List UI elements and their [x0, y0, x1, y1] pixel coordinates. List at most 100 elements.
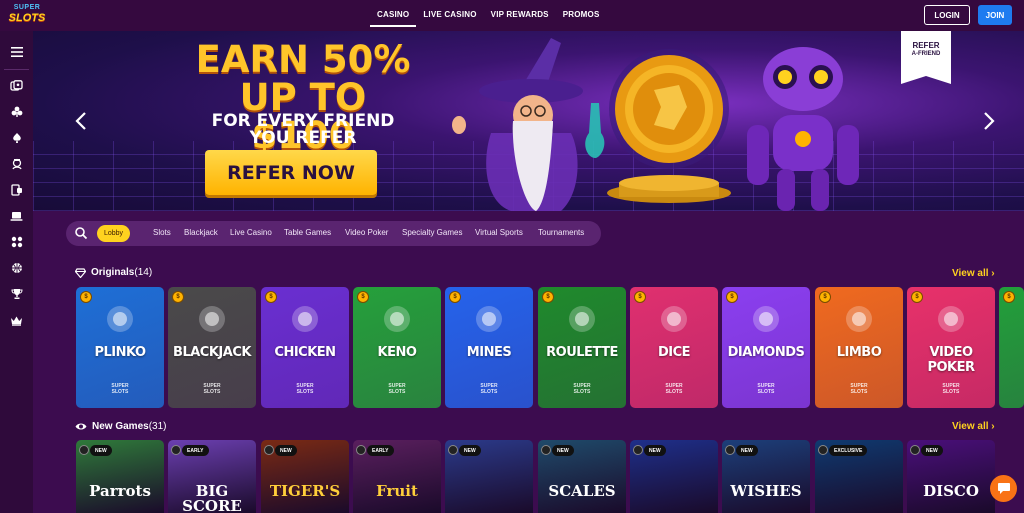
new-game-title: BIG SCORE: [182, 482, 242, 513]
nav-casino[interactable]: CASINO: [370, 0, 417, 27]
trophy-icon[interactable]: [0, 281, 33, 307]
nav-promos[interactable]: PROMOS: [556, 0, 607, 27]
original-game-card[interactable]: $ LIMBO SUPER SLOTS: [815, 287, 903, 408]
coin-icon: $: [449, 291, 461, 303]
laptop-icon[interactable]: [0, 203, 33, 229]
game-artwork: [285, 299, 325, 339]
new-game-badge: NEW: [275, 445, 297, 456]
hero-subline-2: YOU REFER: [249, 128, 357, 148]
provider-icon: [725, 445, 735, 455]
provider-icon: [818, 445, 828, 455]
category-blackjack[interactable]: Blackjack: [184, 228, 218, 237]
game-artwork: [839, 299, 879, 339]
category-lobby[interactable]: Lobby: [97, 225, 130, 242]
provider-icon: [356, 445, 366, 455]
dice-cards-icon[interactable]: [0, 177, 33, 203]
original-game-card[interactable]: $ BA: [999, 287, 1024, 408]
wizard-illustration: [452, 38, 605, 211]
card-brand-line-2: SLOTS: [665, 389, 683, 395]
logo-line-1: SUPER: [13, 4, 41, 11]
game-name: KENO: [377, 345, 417, 360]
hero-banner[interactable]: EARN 50% UP TO $100 FOR EVERY FRIEND YOU…: [33, 31, 1024, 211]
card-brand-mark: SUPER SLOTS: [722, 383, 810, 395]
new-game-card[interactable]: NEW SCALES: [538, 440, 626, 513]
card-brand-mark: SUPER SLOTS: [538, 383, 626, 395]
card-brand-line-2: SLOTS: [388, 389, 406, 395]
coin-icon: $: [726, 291, 738, 303]
original-game-card[interactable]: $ PLINKO SUPER SLOTS: [76, 287, 164, 408]
nav-live-casino[interactable]: LIVE CASINO: [416, 0, 483, 27]
nav-vip-rewards[interactable]: VIP REWARDS: [484, 0, 556, 27]
login-button[interactable]: LOGIN: [924, 5, 970, 25]
coin-icon: $: [542, 291, 554, 303]
new-game-card[interactable]: EARLY Fruit: [353, 440, 441, 513]
original-game-card[interactable]: $ KENO SUPER SLOTS: [353, 287, 441, 408]
dealer-icon[interactable]: [0, 151, 33, 177]
original-game-card[interactable]: $ ROULETTE SUPER SLOTS: [538, 287, 626, 408]
game-name: CHICKEN: [274, 345, 336, 360]
search-icon[interactable]: [74, 226, 88, 240]
game-name: BLACKJACK: [173, 345, 251, 360]
dice-icon[interactable]: [0, 229, 33, 255]
category-specialty-games[interactable]: Specialty Games: [402, 228, 462, 237]
card-brand-line-2: SLOTS: [850, 389, 868, 395]
game-artwork: [469, 299, 509, 339]
chat-icon: [997, 483, 1010, 494]
crown-icon[interactable]: [0, 307, 33, 333]
super-slots-logo[interactable]: SUPER SLOTS: [8, 4, 46, 26]
originals-count: (14): [134, 267, 153, 278]
view-all-label: View all: [952, 268, 989, 279]
category-virtual-sports[interactable]: Virtual Sports: [475, 228, 523, 237]
new-games-view-all-link[interactable]: View all ›: [952, 421, 995, 432]
sidebar: [0, 31, 33, 513]
new-game-card[interactable]: NEW WISHES: [722, 440, 810, 513]
chat-support-button[interactable]: [990, 475, 1017, 502]
basketball-icon[interactable]: [0, 255, 33, 281]
new-game-card[interactable]: NEW: [445, 440, 533, 513]
new-game-card[interactable]: EXCLUSIVE: [815, 440, 903, 513]
category-table-games[interactable]: Table Games: [284, 228, 331, 237]
original-game-card[interactable]: $ CHICKEN SUPER SLOTS: [261, 287, 349, 408]
coin-icon: $: [357, 291, 369, 303]
new-game-card[interactable]: NEW Parrots: [76, 440, 164, 513]
category-tournaments[interactable]: Tournaments: [538, 228, 584, 237]
new-game-badge: EARLY: [367, 445, 394, 456]
game-name: MINES: [466, 345, 512, 360]
badge-line-1: REFER: [912, 41, 940, 50]
card-brand-mark: SUPER SLOTS: [261, 383, 349, 395]
top-bar: SUPER SLOTS CASINO LIVE CASINO VIP REWAR…: [0, 0, 1024, 31]
new-game-badge: NEW: [736, 445, 758, 456]
casino-chips-icon[interactable]: [0, 73, 33, 99]
original-game-card[interactable]: $ DICE SUPER SLOTS: [630, 287, 718, 408]
category-slots[interactable]: Slots: [153, 228, 171, 237]
new-game-badge: NEW: [921, 445, 943, 456]
original-game-card[interactable]: $ VIDEO POKER SUPER SLOTS: [907, 287, 995, 408]
card-brand-line-2: SLOTS: [480, 389, 498, 395]
new-game-card[interactable]: NEW: [630, 440, 718, 513]
original-game-card[interactable]: $ DIAMONDS SUPER SLOTS: [722, 287, 810, 408]
game-name: DICE: [657, 345, 691, 360]
join-button[interactable]: JOIN: [978, 5, 1012, 25]
new-game-card[interactable]: NEW TIGER'S: [261, 440, 349, 513]
originals-view-all-link[interactable]: View all ›: [952, 268, 995, 279]
new-game-title: WISHES: [730, 482, 802, 500]
new-game-title: Fruit: [376, 482, 418, 500]
original-game-card[interactable]: $ MINES SUPER SLOTS: [445, 287, 533, 408]
coin-icon: $: [172, 291, 184, 303]
sidebar-divider: [4, 69, 29, 70]
originals-title: Originals: [91, 267, 135, 278]
new-game-card[interactable]: NEW DISCO: [907, 440, 995, 513]
cards-spades-icon[interactable]: [0, 125, 33, 151]
menu-icon[interactable]: [0, 39, 33, 65]
carousel-prev-arrow[interactable]: [75, 111, 87, 137]
new-game-card[interactable]: EARLY BIG SCORE: [168, 440, 256, 513]
refer-now-button[interactable]: REFER NOW: [205, 150, 377, 195]
original-game-card[interactable]: $ BLACKJACK SUPER SLOTS: [168, 287, 256, 408]
category-live-casino[interactable]: Live Casino: [230, 228, 272, 237]
cards-clubs-icon[interactable]: [0, 99, 33, 125]
card-brand-mark: SUPER SLOTS: [907, 383, 995, 395]
category-video-poker[interactable]: Video Poker: [345, 228, 388, 237]
carousel-next-arrow[interactable]: [983, 111, 995, 137]
game-artwork: [100, 299, 140, 339]
coin-icon: $: [1003, 291, 1015, 303]
